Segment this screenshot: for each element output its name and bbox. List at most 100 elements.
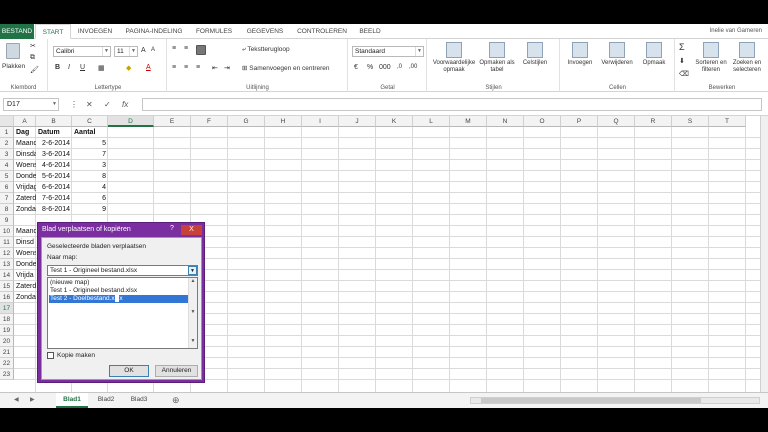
close-button[interactable]: X	[181, 225, 202, 235]
row-header[interactable]: 11	[0, 237, 14, 248]
column-header[interactable]: C	[72, 116, 108, 127]
column-header[interactable]: H	[265, 116, 302, 127]
table-cell[interactable]: Vrijda	[14, 270, 36, 281]
row-header[interactable]: 22	[0, 358, 14, 369]
row-header[interactable]: 13	[0, 259, 14, 270]
increase-indent-icon[interactable]: ⇥	[224, 64, 230, 72]
find-select-button[interactable]: Zoeken en selecteren	[728, 42, 766, 74]
tab-data[interactable]: GEGEVENS	[240, 24, 290, 39]
increase-decimal-icon[interactable]: ,0	[397, 64, 402, 70]
font-color-icon[interactable]: A	[146, 64, 151, 71]
copy-icon[interactable]: ⧉	[30, 54, 35, 62]
align-center-icon[interactable]: ≡	[184, 64, 188, 71]
fill-icon[interactable]: ⬇	[679, 57, 685, 65]
row-header[interactable]: 10	[0, 226, 14, 237]
user-name[interactable]: Inelie van Gameren	[710, 24, 762, 39]
column-header[interactable]: A	[14, 116, 36, 127]
column-header[interactable]: I	[302, 116, 339, 127]
table-cell[interactable]: Maandag	[14, 138, 36, 149]
table-cell[interactable]: Zaterd	[14, 281, 36, 292]
to-book-select[interactable]: Test 1 - Origineel bestand.xlsx ▼	[47, 265, 198, 276]
table-cell[interactable]: 5-6-2014	[36, 171, 72, 182]
decrease-indent-icon[interactable]: ⇤	[212, 64, 218, 72]
paste-icon[interactable]	[6, 43, 20, 59]
format-cells-button[interactable]: Opmaak	[635, 42, 673, 67]
table-cell[interactable]: Dinsd	[14, 237, 36, 248]
formula-input[interactable]	[142, 98, 762, 111]
name-box[interactable]: D17 ▼	[3, 98, 59, 111]
align-left-icon[interactable]: ≡	[172, 64, 176, 71]
table-cell[interactable]: Dinsdag	[14, 149, 36, 160]
table-cell[interactable]: Zonda	[14, 292, 36, 303]
fill-color-icon[interactable]: ◆	[126, 64, 131, 72]
column-header[interactable]: R	[635, 116, 672, 127]
table-cell[interactable]: 7-6-2014	[36, 193, 72, 204]
column-header[interactable]: K	[376, 116, 413, 127]
borders-icon[interactable]: ▦	[98, 64, 105, 72]
ok-button[interactable]: OK	[109, 365, 149, 377]
table-cell[interactable]: 6-6-2014	[36, 182, 72, 193]
row-header[interactable]: 15	[0, 281, 14, 292]
row-header[interactable]: 9	[0, 215, 14, 226]
column-header[interactable]: Q	[598, 116, 635, 127]
column-header[interactable]: T	[709, 116, 746, 127]
format-painter-icon[interactable]: 🖌	[30, 66, 39, 74]
tab-file[interactable]: BESTAND	[0, 24, 34, 39]
table-cell[interactable]: Woensdag	[14, 160, 36, 171]
table-cell[interactable]: 8-6-2014	[36, 204, 72, 215]
column-header[interactable]: E	[154, 116, 191, 127]
table-cell[interactable]: 6	[72, 193, 108, 204]
column-header[interactable]: J	[339, 116, 376, 127]
row-header[interactable]: 6	[0, 182, 14, 193]
sheet-tab-blad2[interactable]: Blad2	[90, 393, 122, 408]
table-cell[interactable]: Woens	[14, 248, 36, 259]
cancel-entry-icon[interactable]: ✕	[86, 98, 93, 111]
row-header[interactable]: 2	[0, 138, 14, 149]
row-header[interactable]: 7	[0, 193, 14, 204]
scroll-right-icon[interactable]: ▶	[30, 393, 35, 408]
row-header[interactable]: 5	[0, 171, 14, 182]
row-header[interactable]: 17	[0, 303, 14, 314]
column-header[interactable]: L	[413, 116, 450, 127]
column-header[interactable]: P	[561, 116, 598, 127]
tab-review[interactable]: CONTROLEREN	[293, 24, 351, 39]
table-cell[interactable]: 5	[72, 138, 108, 149]
list-item[interactable]: Test 1 - Origineel bestand.xlsx	[49, 287, 189, 295]
horizontal-scrollbar[interactable]	[470, 397, 760, 404]
table-cell[interactable]: Maand	[14, 226, 36, 237]
autosum-icon[interactable]: Σ	[679, 42, 685, 52]
table-cell[interactable]: Datum	[36, 127, 72, 138]
add-sheet-icon[interactable]: ⊕	[172, 393, 180, 408]
cut-icon[interactable]: ✂	[30, 42, 36, 50]
bold-button[interactable]: B	[55, 64, 60, 71]
table-cell[interactable]: Zondag	[14, 204, 36, 215]
list-scrollbar[interactable]: ▲ ▼ ▼	[188, 278, 197, 348]
table-cell[interactable]: 4	[72, 182, 108, 193]
comma-icon[interactable]: 000	[379, 64, 391, 71]
row-header[interactable]: 3	[0, 149, 14, 160]
merge-center-button[interactable]: ⊞ Samenvoegen en centreren	[242, 64, 330, 72]
row-header[interactable]: 23	[0, 369, 14, 380]
insert-function-icon[interactable]: fx	[122, 98, 128, 111]
tab-start[interactable]: START	[35, 24, 71, 39]
scroll-up-icon[interactable]: ▲	[189, 278, 197, 286]
column-header[interactable]: N	[487, 116, 524, 127]
help-button[interactable]: ?	[165, 225, 179, 235]
wrap-text-button[interactable]: ⤶ Tekstterugloop	[242, 46, 290, 54]
column-header[interactable]: B	[36, 116, 72, 127]
scroll-left-icon[interactable]: ◀	[14, 393, 19, 408]
column-header[interactable]: G	[228, 116, 265, 127]
column-header[interactable]: M	[450, 116, 487, 127]
tab-formulas[interactable]: FORMULES	[192, 24, 236, 39]
table-cell[interactable]: 2-6-2014	[36, 138, 72, 149]
table-cell[interactable]: Zaterdag	[14, 193, 36, 204]
table-cell[interactable]: Aantal	[72, 127, 108, 138]
table-cell[interactable]: 8	[72, 171, 108, 182]
row-header[interactable]: 16	[0, 292, 14, 303]
list-item-selected[interactable]: Test 2 - Doelbestand.xlsx	[49, 295, 189, 303]
align-top-icon[interactable]: ≡	[172, 45, 176, 52]
sheet-tab-blad3[interactable]: Blad3	[123, 393, 155, 408]
number-format-select[interactable]: Standaard ▼	[352, 46, 424, 57]
table-cell[interactable]: 3-6-2014	[36, 149, 72, 160]
insert-cells-button[interactable]: Invoegen	[561, 42, 599, 67]
